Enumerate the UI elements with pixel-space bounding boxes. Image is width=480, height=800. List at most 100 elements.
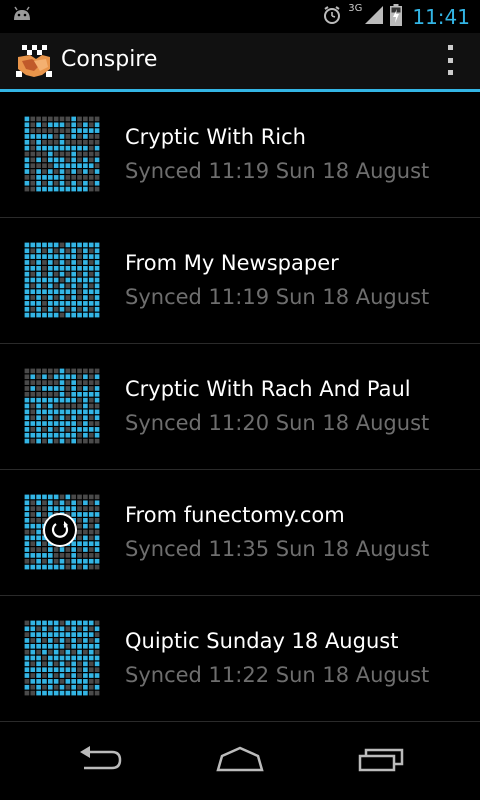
grid-cell [30, 175, 36, 180]
grid-cell [47, 186, 53, 192]
grid-cell [47, 116, 53, 122]
grid-cell [71, 558, 77, 564]
grid-cell [71, 386, 77, 391]
grid-cell [53, 242, 59, 248]
list-item[interactable]: Cryptic With Rach And Paul Synced 11:20 … [0, 344, 480, 470]
grid-cell [88, 427, 94, 432]
grid-cell [88, 684, 94, 690]
grid-cell [30, 128, 36, 133]
home-icon[interactable] [216, 746, 264, 776]
grid-cell [88, 312, 94, 318]
grid-cell [65, 397, 71, 403]
grid-cell [42, 295, 47, 300]
grid-cell [42, 512, 47, 517]
grid-cell [47, 254, 53, 259]
grid-cell [47, 169, 53, 174]
grid-cell [77, 122, 82, 128]
overflow-menu-icon[interactable] [446, 45, 454, 75]
grid-cell [53, 620, 59, 626]
grid-cell [71, 649, 77, 655]
grid-cell [83, 638, 88, 643]
grid-cell [36, 254, 41, 259]
grid-cell [24, 541, 30, 547]
grid-cell [71, 180, 77, 186]
back-icon[interactable] [78, 746, 122, 776]
grid-cell [77, 643, 82, 649]
grid-cell [53, 415, 59, 421]
grid-cell [47, 277, 53, 283]
grid-cell [30, 312, 36, 318]
app-logo-icon[interactable] [16, 45, 52, 79]
grid-cell [83, 134, 88, 139]
grid-cell [83, 169, 88, 174]
grid-cell [83, 494, 88, 500]
grid-cell [94, 649, 100, 655]
grid-cell [42, 553, 47, 558]
grid-cell [83, 248, 88, 254]
grid-cell [77, 500, 82, 506]
grid-cell [47, 175, 53, 180]
grid-cell [24, 553, 30, 558]
grid-cell [53, 186, 59, 192]
alarm-icon [322, 5, 342, 29]
grid-cell [94, 684, 100, 690]
grid-cell [36, 180, 41, 186]
grid-cell [36, 541, 41, 547]
grid-cell [59, 673, 65, 678]
grid-cell [53, 494, 59, 500]
list-item[interactable]: From My Newspaper Synced 11:19 Sun 18 Au… [0, 218, 480, 344]
grid-cell [71, 271, 77, 277]
grid-cell [83, 512, 88, 517]
grid-cell [30, 277, 36, 283]
grid-cell [94, 306, 100, 312]
grid-cell [65, 506, 71, 511]
grid-cell [88, 301, 94, 306]
grid-cell [83, 553, 88, 558]
grid-cell [83, 684, 88, 690]
grid-cell [71, 391, 77, 397]
grid-cell [36, 690, 41, 696]
grid-cell [88, 506, 94, 511]
clock: 11:41 [412, 4, 470, 29]
grid-cell [77, 242, 82, 248]
grid-cell [24, 386, 30, 391]
grid-cell [36, 116, 41, 122]
grid-cell [71, 415, 77, 421]
grid-cell [65, 277, 71, 283]
grid-cell [88, 289, 94, 295]
list-item[interactable]: From funectomy.com Synced 11:35 Sun 18 A… [0, 470, 480, 596]
grid-cell [83, 632, 88, 637]
grid-cell [47, 242, 53, 248]
grid-cell [30, 684, 36, 690]
grid-cell [77, 661, 82, 667]
grid-cell [36, 667, 41, 673]
grid-cell [30, 427, 36, 432]
grid-cell [53, 632, 59, 637]
grid-cell [53, 438, 59, 444]
grid-cell [24, 512, 30, 517]
list-item[interactable]: Quiptic Sunday 18 August Synced 11:22 Su… [0, 596, 480, 722]
grid-cell [71, 175, 77, 180]
grid-cell [83, 547, 88, 552]
action-bar: Conspire [0, 33, 480, 89]
grid-cell [30, 500, 36, 506]
list-item[interactable]: Cryptic With Rich Synced 11:19 Sun 18 Au… [0, 92, 480, 218]
grid-cell [36, 169, 41, 174]
grid-cell [94, 438, 100, 444]
grid-cell [47, 163, 53, 169]
crossword-title: Quiptic Sunday 18 August [125, 629, 399, 653]
grid-cell [88, 283, 94, 289]
recent-apps-icon[interactable] [358, 746, 404, 776]
grid-cell [65, 248, 71, 254]
grid-cell [65, 271, 71, 277]
grid-cell [77, 186, 82, 192]
grid-cell [77, 626, 82, 632]
grid-cell [36, 374, 41, 380]
grid-cell [88, 271, 94, 277]
grid-cell [83, 409, 88, 415]
grid-cell [59, 116, 65, 122]
grid-cell [24, 494, 30, 500]
grid-cell [65, 632, 71, 637]
grid-cell [24, 391, 30, 397]
grid-cell [47, 421, 53, 426]
